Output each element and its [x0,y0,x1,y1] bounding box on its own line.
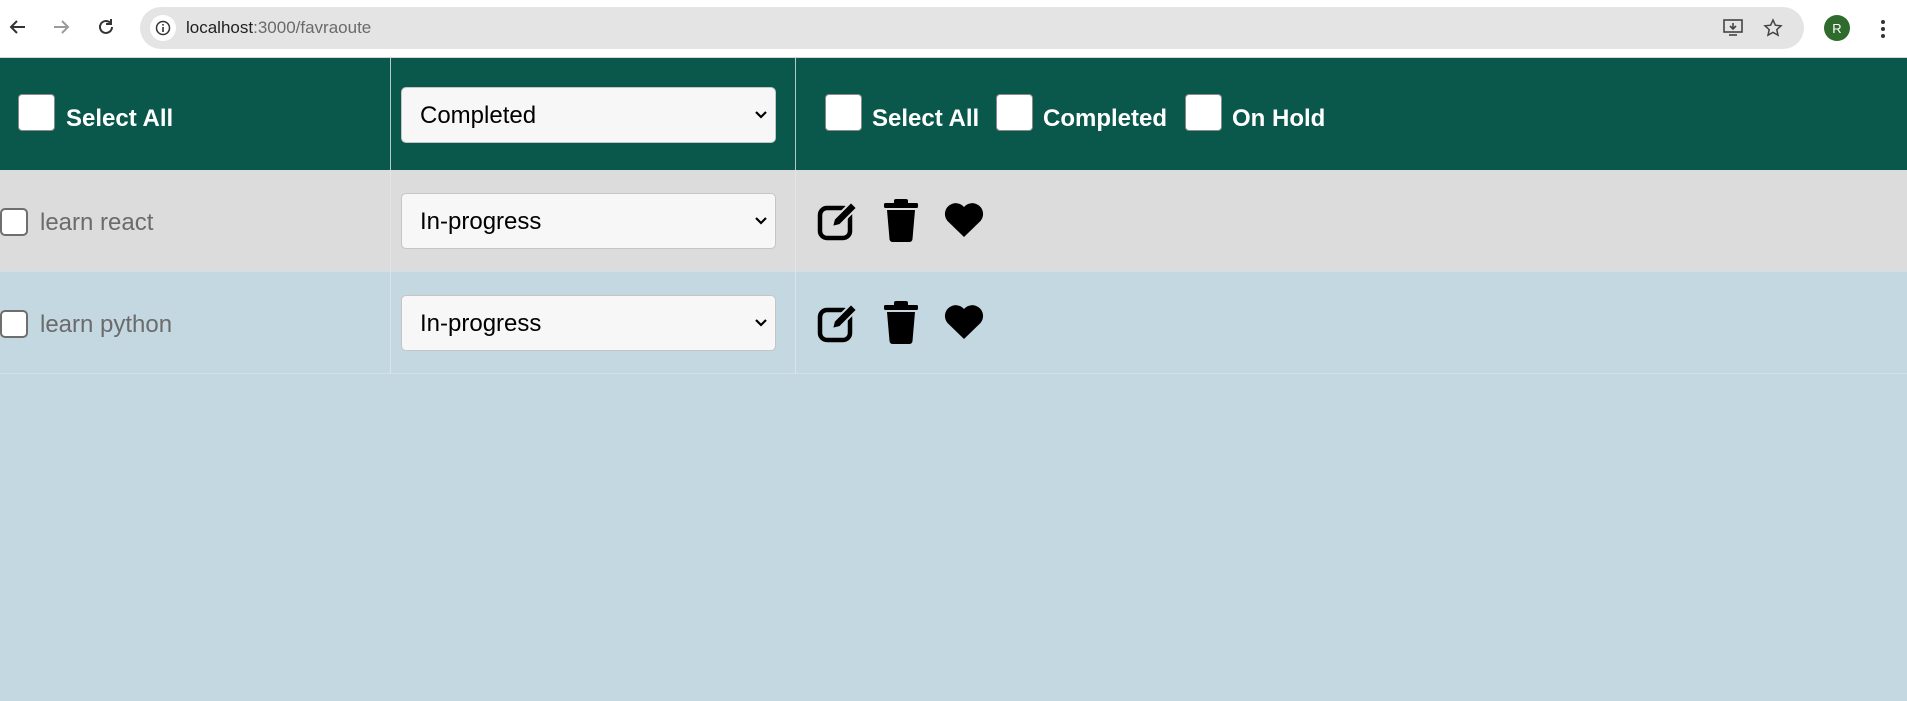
favorite-button[interactable] [942,197,986,243]
task-status-value: In-progress [420,310,542,337]
heart-icon [944,203,984,237]
column-divider [390,58,391,374]
edit-button[interactable] [816,300,860,346]
column-divider [795,58,796,374]
table-header: Select All Completed Select All Complete… [0,58,1907,170]
chevron-down-icon [755,319,767,327]
address-bar[interactable]: localhost:3000/favraoute [140,7,1804,49]
task-checkbox[interactable] [0,208,28,236]
bulk-status-value: Completed [420,102,537,129]
chevron-down-icon [755,111,767,119]
trash-icon [884,199,918,242]
site-info-button[interactable] [150,15,176,41]
task-title: learn python [40,311,173,338]
heart-icon [944,305,984,339]
profile-avatar[interactable]: R [1824,15,1850,41]
filter-select-all-label: Select All [872,105,980,132]
trash-icon [884,301,918,344]
back-button[interactable] [3,12,33,42]
select-all-label: Select All [66,105,174,132]
task-title: learn react [40,209,154,236]
table-row: learn python In-progress [0,272,1907,374]
install-app-button[interactable] [1720,15,1746,41]
edit-button[interactable] [816,198,860,244]
star-icon [1763,18,1783,37]
reload-button[interactable] [91,12,121,42]
filter-completed-label: Completed [1043,105,1168,132]
task-checkbox[interactable] [0,310,28,338]
forward-arrow-icon [54,20,70,34]
filter-completed-checkbox[interactable] [996,94,1033,131]
bulk-status-select[interactable]: Completed [401,87,776,143]
filter-on-hold-checkbox[interactable] [1185,94,1222,131]
table-row: learn react In-progress [0,170,1907,272]
task-status-value: In-progress [420,208,542,235]
select-all-checkbox[interactable] [18,94,55,131]
browser-menu-button[interactable] [1868,14,1898,44]
reload-icon [99,19,113,34]
url-host: localhost [186,18,254,37]
delete-button[interactable] [879,299,923,345]
bookmark-button[interactable] [1760,15,1786,41]
favorite-button[interactable] [942,299,986,345]
filter-select-all-checkbox[interactable] [825,94,862,131]
edit-icon [817,302,859,343]
task-status-select[interactable]: In-progress [401,295,776,351]
chevron-down-icon [755,217,767,225]
browser-toolbar: localhost:3000/favraoute R [0,0,1907,58]
forward-button[interactable] [46,12,76,42]
info-icon [155,20,171,36]
url-path: :3000/favraoute [253,18,372,37]
delete-button[interactable] [879,197,923,243]
back-arrow-icon [9,20,25,34]
edit-icon [817,200,859,241]
task-status-select[interactable]: In-progress [401,193,776,249]
install-app-icon [1723,19,1743,36]
url-text: localhost:3000/favraoute [186,18,371,38]
more-vert-icon [1881,20,1885,38]
filter-on-hold-label: On Hold [1232,105,1326,132]
